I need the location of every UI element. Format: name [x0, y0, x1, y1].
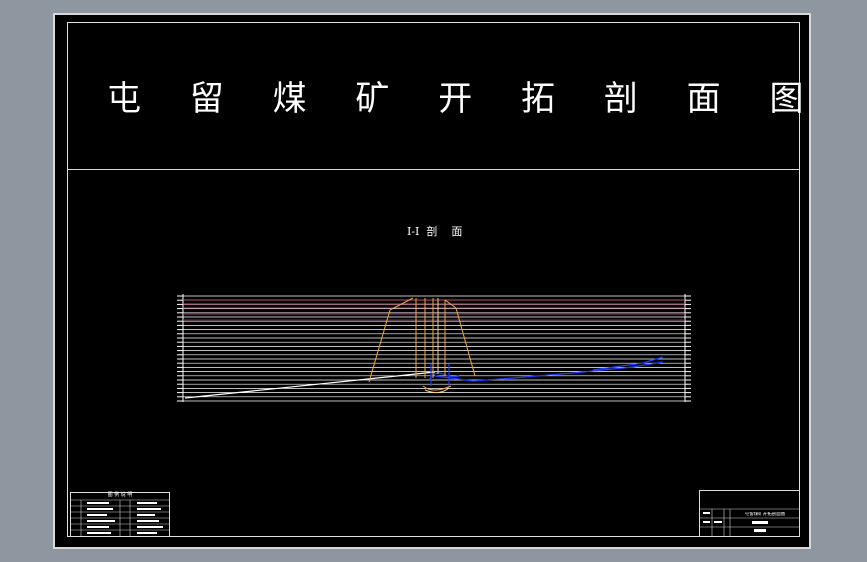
drawing-title: 屯 留 煤 矿 开 拓 剖 面 图 [107, 79, 823, 119]
elevation-ticks [177, 295, 691, 402]
shaft-lines [368, 297, 476, 394]
drawing-sheet: 屯 留 煤 矿 开 拓 剖 面 图 I-I 剖 面 图 例 说 明 屯留煤矿开拓… [53, 13, 811, 549]
legend-table: 图 例 说 明 [70, 492, 170, 537]
title-block: 屯留煤矿开拓剖面图 [699, 490, 800, 537]
section-profile [177, 294, 691, 402]
strata-lines [182, 294, 686, 402]
title-divider [67, 169, 800, 170]
section-label: I-I 剖 面 [407, 225, 463, 238]
legend-grid [71, 499, 169, 536]
title-block-drawing-name: 屯留煤矿开拓剖面图 [744, 512, 786, 517]
